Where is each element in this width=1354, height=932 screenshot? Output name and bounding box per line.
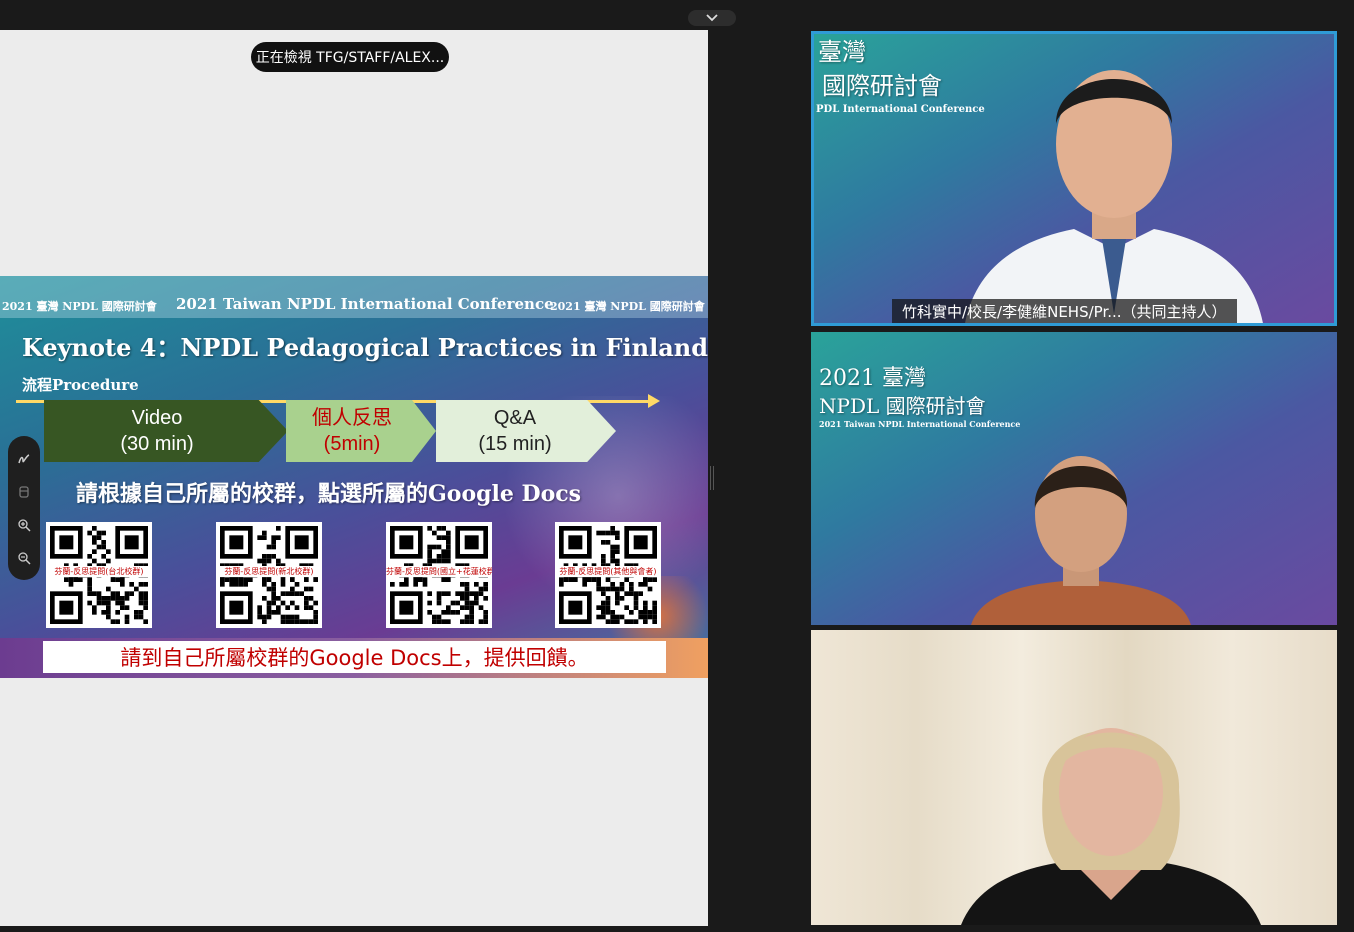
qr-code: 芬蘭-反思提問(國立+花蓮校群)	[386, 522, 492, 628]
step-label: Video	[131, 407, 183, 429]
participant-avatar	[971, 456, 1191, 625]
step-video: Video (30 min)	[44, 400, 288, 462]
step-reflection: 個人反思 (5min)	[286, 400, 436, 462]
zoom-in-button[interactable]	[13, 514, 35, 536]
step-label: 個人反思	[312, 407, 392, 429]
zoom-out-button[interactable]	[13, 547, 35, 569]
annotation-toolbar	[8, 436, 40, 580]
qr-caption: 芬蘭-反思提問(其他與會者)	[555, 566, 661, 577]
step-duration: (30 min)	[120, 433, 194, 455]
background-text: 2021 Taiwan NPDL International Conferenc…	[819, 419, 1021, 429]
background-text: NPDL 國際研討會	[819, 394, 986, 418]
timeline-arrow-head	[648, 394, 660, 408]
background-text: 2021 臺灣	[819, 366, 926, 391]
background-text: 國際研討會	[822, 72, 942, 100]
collapse-toolbar-button[interactable]	[688, 10, 736, 26]
procedure-label: 流程Procedure	[22, 376, 139, 394]
top-bar	[0, 0, 1354, 30]
background-text: 臺灣	[818, 38, 866, 66]
panel-resize-handle[interactable]	[710, 466, 714, 490]
participant-avatar	[965, 70, 1263, 323]
participant-video-tile[interactable]: 臺灣 國際研討會 PDL International Conference 竹科…	[811, 31, 1337, 326]
slide-title: Keynote 4：NPDL Pedagogical Practices in …	[22, 333, 708, 362]
screen-share-area: 正在檢視 TFG/STAFF/ALEX... 2021 臺灣 NPDL 國際研討…	[0, 30, 708, 926]
background-text: PDL International Conference	[816, 104, 985, 115]
slide-instruction: 請根據自己所屬的校群，點選所屬的Google Docs	[76, 481, 582, 507]
slide-feedback-banner: 請到自己所屬校群的Google Docs上，提供回饋。	[43, 641, 666, 673]
zoom-in-icon	[18, 518, 31, 532]
participant-avatar	[961, 728, 1261, 925]
eraser-tool-button[interactable]	[13, 481, 35, 503]
zoom-out-icon	[18, 551, 31, 565]
participant-name-label: 竹科實中/校長/李健維NEHS/Pr...（共同主持人）	[892, 299, 1237, 323]
step-label: Q&A	[493, 407, 537, 429]
pen-icon	[18, 453, 30, 463]
qr-code: 芬蘭-反思提問(新北校群)	[216, 522, 322, 628]
qr-code: 芬蘭-反思提問(台北校群)	[46, 522, 152, 628]
qr-code: 芬蘭-反思提問(其他與會者)	[555, 522, 661, 628]
eraser-icon	[19, 485, 29, 498]
step-duration: (5min)	[323, 433, 381, 455]
qr-caption: 芬蘭-反思提問(國立+花蓮校群)	[386, 566, 492, 577]
slide-header-left: 2021 臺灣 NPDL 國際研討會	[2, 300, 157, 313]
qr-caption: 芬蘭-反思提問(新北校群)	[216, 566, 322, 577]
participant-video-tile[interactable]: 2021 臺灣 NPDL 國際研討會 2021 Taiwan NPDL Inte…	[811, 332, 1337, 625]
slide-header-right: 2021 臺灣 NPDL 國際研討會	[550, 300, 705, 313]
step-qa: Q&A (15 min)	[436, 400, 616, 462]
slide-header-title: 2021 Taiwan NPDL International Conferenc…	[176, 295, 554, 313]
step-duration: (15 min)	[478, 433, 552, 455]
shared-slide: 2021 臺灣 NPDL 國際研討會 2021 Taiwan NPDL Inte…	[0, 276, 708, 678]
qr-caption: 芬蘭-反思提問(台北校群)	[46, 566, 152, 577]
viewing-indicator[interactable]: 正在檢視 TFG/STAFF/ALEX...	[251, 42, 449, 72]
participant-video-tile[interactable]	[811, 630, 1337, 925]
chevron-down-icon	[706, 14, 718, 22]
meeting-window: 正在檢視 TFG/STAFF/ALEX... 2021 臺灣 NPDL 國際研討…	[0, 0, 1354, 932]
pen-tool-button[interactable]	[13, 448, 35, 470]
